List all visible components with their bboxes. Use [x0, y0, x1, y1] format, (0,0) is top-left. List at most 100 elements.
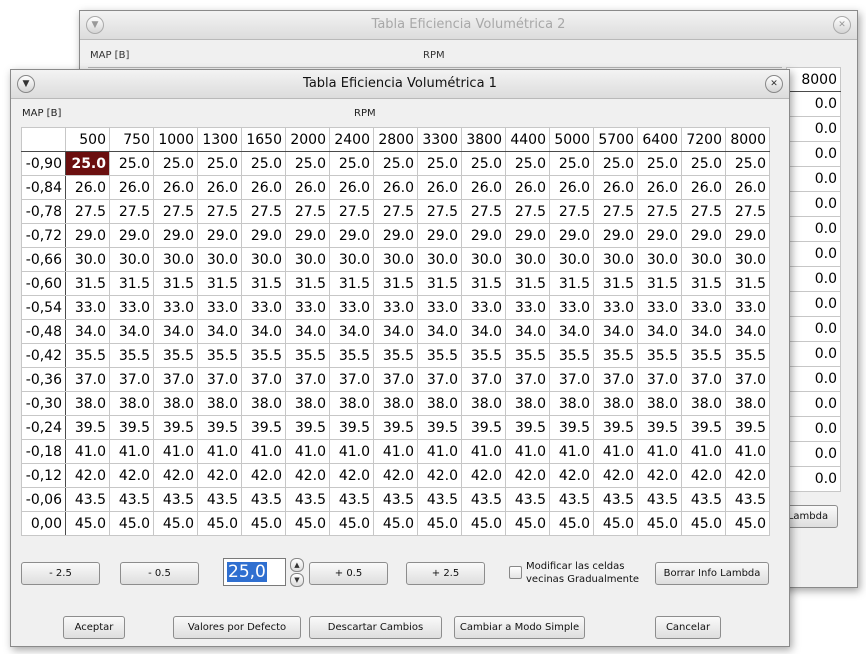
table-cell[interactable]: 42.0	[417, 463, 462, 488]
table-cell[interactable]: 25.0	[725, 151, 770, 176]
table-cell[interactable]: 38.0	[461, 391, 506, 416]
table-cell[interactable]: 29.0	[241, 223, 286, 248]
table-cell[interactable]: 37.0	[197, 367, 242, 392]
table-cell[interactable]: 42.0	[285, 463, 330, 488]
table-cell[interactable]: 35.5	[197, 343, 242, 368]
table-cell[interactable]: 42.0	[549, 463, 594, 488]
table-cell[interactable]: 33.0	[329, 295, 374, 320]
table-cell[interactable]: 38.0	[593, 391, 638, 416]
table-cell[interactable]: 42.0	[593, 463, 638, 488]
table-cell[interactable]: 30.0	[549, 247, 594, 272]
rpm-header-cell[interactable]: 2000	[285, 127, 330, 152]
table-cell[interactable]: 29.0	[285, 223, 330, 248]
table-cell[interactable]: 45.0	[373, 511, 418, 536]
table-cell[interactable]: 43.5	[505, 487, 550, 512]
table-cell[interactable]: 29.0	[637, 223, 682, 248]
table-cell[interactable]: 45.0	[637, 511, 682, 536]
rpm-header-cell[interactable]: 500	[65, 127, 110, 152]
table-cell[interactable]: 33.0	[637, 295, 682, 320]
table-cell[interactable]: 29.0	[65, 223, 110, 248]
map-header-cell[interactable]: -0,60	[21, 271, 66, 296]
table-cell[interactable]: 43.5	[637, 487, 682, 512]
table-cell[interactable]: 37.0	[681, 367, 726, 392]
table-cell[interactable]: 29.0	[549, 223, 594, 248]
table-cell[interactable]: 38.0	[549, 391, 594, 416]
rpm-header-cell[interactable]: 8000	[786, 67, 841, 92]
table-cell[interactable]: 30.0	[329, 247, 374, 272]
table-cell[interactable]: 31.5	[285, 271, 330, 296]
borrar-info-lambda-button[interactable]: Borrar Info Lambda	[655, 562, 769, 585]
table-cell[interactable]: 33.0	[153, 295, 198, 320]
gradual-neighbors-checkbox[interactable]	[509, 566, 522, 579]
table-cell[interactable]: 45.0	[329, 511, 374, 536]
table-cell[interactable]: 42.0	[109, 463, 154, 488]
rpm-header-cell[interactable]: 3300	[417, 127, 462, 152]
table-cell[interactable]: 25.0	[461, 151, 506, 176]
table-cell[interactable]: 38.0	[681, 391, 726, 416]
table-cell[interactable]: 37.0	[637, 367, 682, 392]
table-cell[interactable]: 25.0	[637, 151, 682, 176]
table-cell[interactable]: 35.5	[285, 343, 330, 368]
map-header-cell[interactable]: -0,48	[21, 319, 66, 344]
table-cell[interactable]: 34.0	[65, 319, 110, 344]
table-cell[interactable]: 43.5	[549, 487, 594, 512]
table-cell[interactable]: 27.5	[637, 199, 682, 224]
table-cell[interactable]: 0.0	[786, 291, 841, 317]
table-cell[interactable]: 41.0	[109, 439, 154, 464]
table-cell[interactable]: 30.0	[461, 247, 506, 272]
table-cell[interactable]: 33.0	[461, 295, 506, 320]
table-cell[interactable]: 31.5	[329, 271, 374, 296]
table-cell[interactable]: 31.5	[109, 271, 154, 296]
map-header-cell[interactable]: -0,90	[21, 151, 66, 176]
table-cell[interactable]: 35.5	[461, 343, 506, 368]
table-cell[interactable]: 30.0	[593, 247, 638, 272]
table-cell[interactable]: 0.0	[786, 466, 841, 492]
table-cell[interactable]: 38.0	[109, 391, 154, 416]
table-cell[interactable]: 30.0	[285, 247, 330, 272]
table-cell[interactable]: 26.0	[153, 175, 198, 200]
table-cell[interactable]: 29.0	[197, 223, 242, 248]
table-cell[interactable]: 26.0	[461, 175, 506, 200]
table-cell[interactable]: 25.0	[681, 151, 726, 176]
table-cell[interactable]: 33.0	[549, 295, 594, 320]
rpm-header-cell[interactable]: 5000	[549, 127, 594, 152]
table-cell[interactable]: 30.0	[681, 247, 726, 272]
table-cell[interactable]: 34.0	[461, 319, 506, 344]
table-cell[interactable]: 43.5	[285, 487, 330, 512]
table-cell[interactable]: 37.0	[241, 367, 286, 392]
table-cell[interactable]: 27.5	[197, 199, 242, 224]
table-cell[interactable]: 31.5	[505, 271, 550, 296]
table-cell[interactable]: 43.5	[725, 487, 770, 512]
table-cell[interactable]: 37.0	[505, 367, 550, 392]
cell-value-input[interactable]: 25,0	[223, 558, 286, 586]
minus-2-5-button[interactable]: - 2.5	[21, 562, 100, 585]
table-cell[interactable]: 35.5	[681, 343, 726, 368]
table-cell[interactable]: 26.0	[593, 175, 638, 200]
table-cell[interactable]: 45.0	[549, 511, 594, 536]
table-cell[interactable]: 29.0	[417, 223, 462, 248]
table-cell[interactable]: 31.5	[461, 271, 506, 296]
table-cell[interactable]: 0.0	[786, 391, 841, 417]
title-bar[interactable]: ▼ Tabla Eficiencia Volumétrica 1 ✕	[11, 70, 789, 99]
table-cell[interactable]: 34.0	[505, 319, 550, 344]
table-cell[interactable]: 39.5	[725, 415, 770, 440]
table-cell[interactable]: 31.5	[593, 271, 638, 296]
table-cell[interactable]: 27.5	[241, 199, 286, 224]
table-cell[interactable]: 33.0	[593, 295, 638, 320]
table-cell[interactable]: 42.0	[153, 463, 198, 488]
table-cell[interactable]: 27.5	[417, 199, 462, 224]
table-cell[interactable]: 43.5	[461, 487, 506, 512]
table-cell[interactable]: 43.5	[109, 487, 154, 512]
table-cell[interactable]: 0.0	[786, 241, 841, 267]
table-cell[interactable]: 35.5	[417, 343, 462, 368]
table-cell[interactable]: 34.0	[681, 319, 726, 344]
table-cell[interactable]: 45.0	[109, 511, 154, 536]
table-cell[interactable]: 26.0	[241, 175, 286, 200]
table-cell[interactable]: 29.0	[505, 223, 550, 248]
table-cell[interactable]: 39.5	[197, 415, 242, 440]
rpm-header-cell[interactable]: 5700	[593, 127, 638, 152]
table-cell[interactable]: 38.0	[417, 391, 462, 416]
table-cell[interactable]: 34.0	[549, 319, 594, 344]
table-cell[interactable]: 0.0	[786, 216, 841, 242]
table-cell[interactable]: 42.0	[197, 463, 242, 488]
